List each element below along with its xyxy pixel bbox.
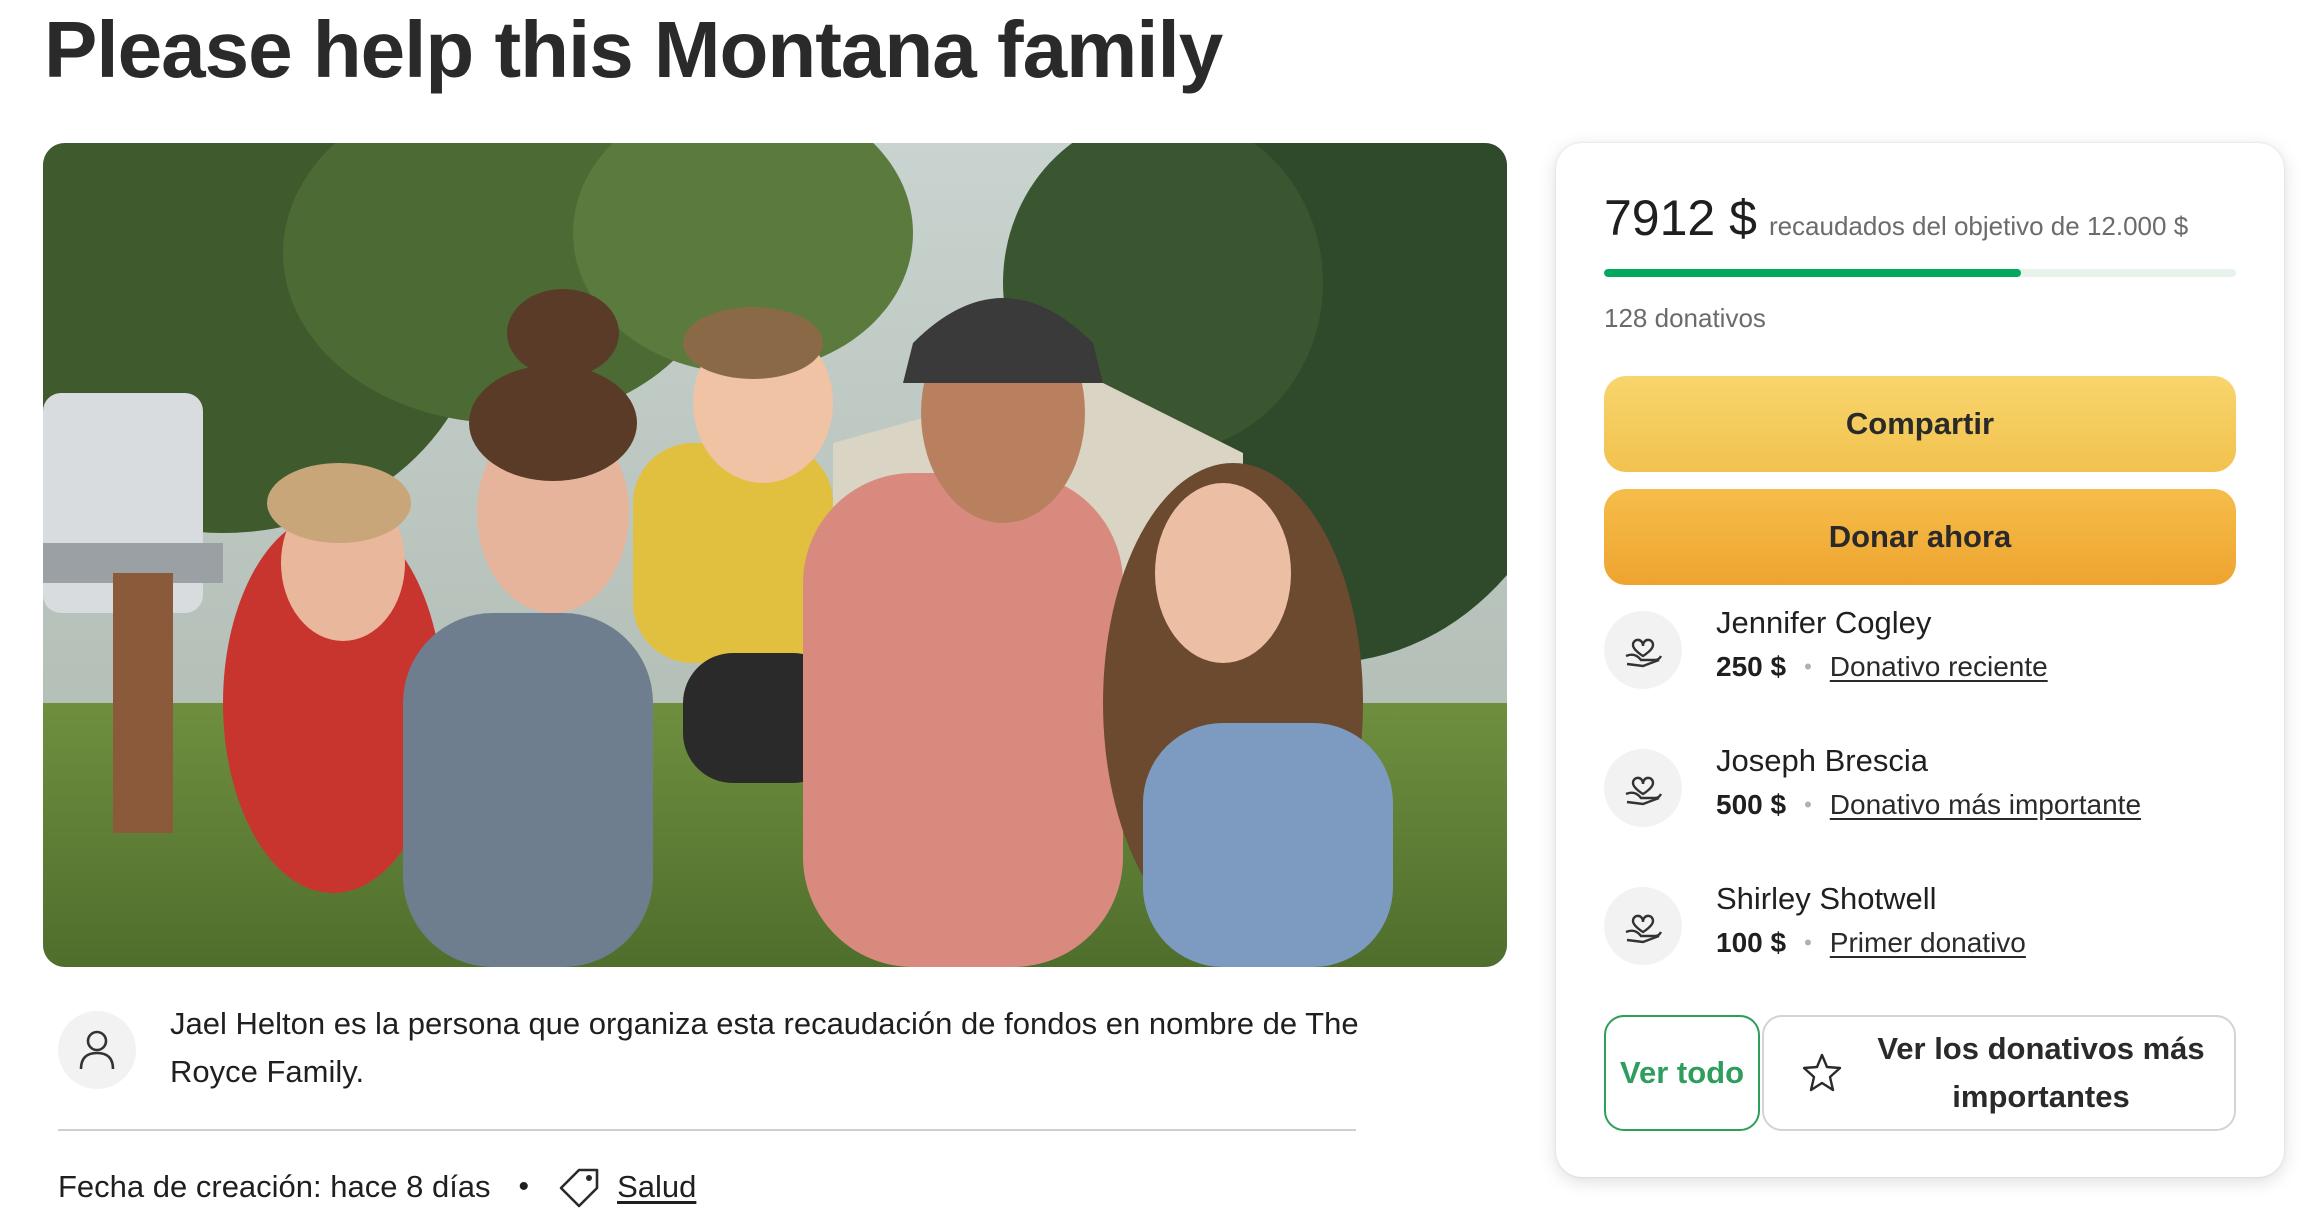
see-all-button[interactable]: Ver todo [1604, 1015, 1760, 1131]
donor-amount: 250 $ [1716, 651, 1787, 682]
fundraiser-page: Please help this Montana family Jael Hel… [0, 0, 2314, 1212]
category-link[interactable]: Salud [617, 1169, 696, 1205]
donor-label-link[interactable]: Donativo reciente [1830, 651, 2048, 683]
hero-photo [43, 143, 1507, 967]
family-photo-illustration [43, 143, 1507, 967]
donor-item: Shirley Shotwell 100 $ • Primer donativo [1604, 881, 2244, 981]
donor-separator: • [1804, 930, 1812, 955]
donation-count: 128 donativos [1604, 303, 1766, 333]
raised-amount: 7912 $ [1604, 190, 1757, 246]
donor-name: Shirley Shotwell [1716, 881, 1937, 916]
organizer-description: Jael Helton es la persona que organiza e… [170, 1006, 1359, 1089]
donor-amount: 100 $ [1716, 927, 1787, 958]
donor-separator: • [1804, 654, 1812, 679]
donor-item: Joseph Brescia 500 $ • Donativo más impo… [1604, 743, 2244, 843]
fundraiser-meta: Fecha de creación: hace 8 días • Salud [58, 1163, 696, 1211]
organizer-avatar [58, 1011, 136, 1089]
donor-item: Jennifer Cogley 250 $ • Donativo recient… [1604, 605, 2244, 705]
donor-amount: 500 $ [1716, 789, 1787, 820]
meta-separator: • [518, 1170, 530, 1203]
user-icon [79, 1030, 115, 1070]
donate-button[interactable]: Donar ahora [1604, 489, 2236, 585]
divider [58, 1129, 1356, 1131]
donor-details: 100 $ • Primer donativo [1716, 927, 2026, 959]
progress-bar [1604, 269, 2236, 277]
donor-details: 500 $ • Donativo más importante [1716, 789, 2141, 821]
donor-name: Joseph Brescia [1716, 743, 1928, 778]
heart-hands-icon [1604, 611, 1682, 689]
top-donations-label: Ver los donativos más importantes [1877, 1031, 2205, 1114]
share-button[interactable]: Compartir [1604, 376, 2236, 472]
page-title: Please help this Montana family [44, 5, 1223, 94]
created-date: Fecha de creación: hace 8 días [58, 1169, 491, 1204]
heart-hands-icon [1604, 887, 1682, 965]
donor-separator: • [1804, 792, 1812, 817]
donor-label-link[interactable]: Donativo más importante [1830, 789, 2141, 821]
top-donations-button[interactable]: Ver los donativos más importantes [1762, 1015, 2236, 1131]
donor-label-link[interactable]: Primer donativo [1830, 927, 2026, 959]
goal-text: recaudados del objetivo de 12.000 $ [1768, 211, 2189, 241]
raised-summary: 7912 $ recaudados del objetivo de 12.000… [1604, 189, 2188, 247]
star-icon [1802, 1053, 1842, 1092]
donation-card: 7912 $ recaudados del objetivo de 12.000… [1556, 143, 2284, 1177]
tag-icon [559, 1168, 599, 1208]
heart-hands-icon [1604, 749, 1682, 827]
donor-name: Jennifer Cogley [1716, 605, 1932, 640]
donor-details: 250 $ • Donativo reciente [1716, 651, 2048, 683]
progress-fill [1604, 269, 2022, 277]
